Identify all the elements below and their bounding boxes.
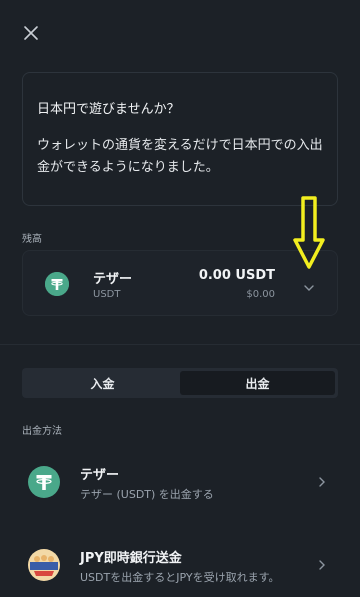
method-description: USDTを出金するとJPYを受け取れます。 — [80, 571, 280, 584]
balance-section-label: 残高 — [22, 234, 42, 245]
method-tether[interactable]: テザー テザー (USDT) を出金する — [0, 450, 360, 514]
balance-fiat-value: $0.00 — [246, 289, 275, 300]
balance-currency-name: テザー — [93, 272, 133, 287]
deposit-withdraw-tabs: 入金 出金 — [22, 368, 338, 398]
balance-amount: 0.00 USDT — [198, 268, 275, 283]
withdraw-methods-label: 出金方法 — [22, 426, 62, 437]
promo-title: 日本円で遊びませんか？ — [37, 102, 180, 117]
currency-dropdown-toggle[interactable] — [303, 278, 315, 291]
bank-transfer-logo-icon — [28, 549, 60, 581]
tether-coin-icon — [45, 272, 69, 296]
method-title: テザー — [80, 468, 120, 483]
section-divider — [0, 344, 360, 345]
method-jpy-bank-transfer[interactable]: JPY即時銀行送金 USDTを出金するとJPYを受け取れます。 — [0, 533, 360, 597]
balance-currency-symbol: USDT — [93, 289, 121, 300]
close-icon — [24, 26, 38, 40]
promo-card: 日本円で遊びませんか？ ウォレットの通貨を変えるだけで日本円での入出金ができるよ… — [22, 72, 338, 206]
method-description: テザー (USDT) を出金する — [80, 488, 214, 501]
tab-deposit[interactable]: 入金 — [25, 371, 180, 395]
annotation-arrow-down-icon — [293, 196, 325, 269]
close-button[interactable] — [20, 22, 42, 44]
chevron-right-icon — [319, 477, 325, 487]
tab-withdraw[interactable]: 出金 — [180, 371, 335, 395]
promo-body: ウォレットの通貨を変えるだけで日本円での入出金ができるようになりました。 — [37, 138, 323, 175]
balance-card[interactable]: テザー USDT 0.00 USDT $0.00 — [22, 250, 338, 316]
method-title: JPY即時銀行送金 — [80, 551, 182, 566]
chevron-right-icon — [319, 560, 325, 570]
chevron-down-icon — [304, 285, 314, 291]
tether-coin-icon — [28, 466, 60, 498]
